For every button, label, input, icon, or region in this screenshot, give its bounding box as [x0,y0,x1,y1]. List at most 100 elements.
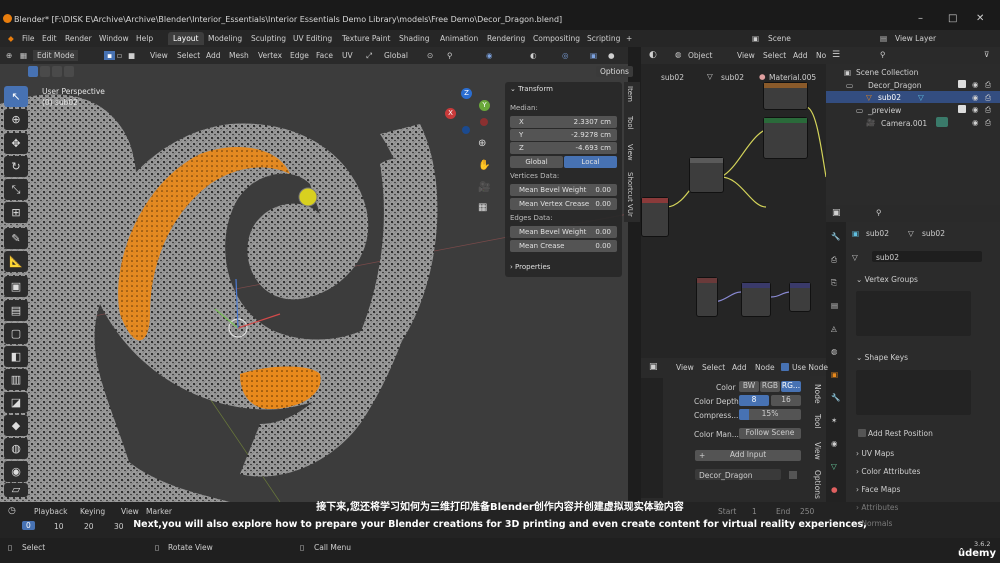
vertex-groups-panel[interactable]: ⌄ Vertex Groups [856,275,918,284]
xray-icon[interactable]: ▣ [590,51,597,60]
shear-tool-icon[interactable]: ▱ [4,483,28,497]
visibility-eye-icon[interactable]: ◉ [972,118,979,127]
depth-16-button[interactable]: 16 [771,395,801,406]
tab-view[interactable]: View [626,144,634,161]
modifier-tab-icon[interactable]: 🔧 [831,393,840,402]
world-tab-icon[interactable]: ◍ [831,347,838,356]
tab-shading[interactable]: Shading [399,34,429,43]
tab-item[interactable]: Item [626,86,634,102]
gizmo-neg-x[interactable] [480,118,488,126]
smooth-tool-icon[interactable]: ◉ [4,461,28,482]
proportional-edit-icon[interactable]: ◉ [486,51,493,60]
input-remove-icon[interactable] [789,471,797,479]
spin-tool-icon[interactable]: ◍ [4,438,28,459]
edge-select-icon[interactable]: ▫ [117,51,122,60]
outliner-type-icon[interactable]: ☰ [832,50,840,60]
face-maps-panel[interactable]: › Face Maps [856,485,900,494]
menu-help[interactable]: Help [136,34,153,43]
outliner-search-icon[interactable]: ⚲ [880,50,886,59]
image-texture-node[interactable] [763,82,808,110]
tab-compositing[interactable]: Compositing [533,34,580,43]
use-nodes-checkbox[interactable] [781,363,789,371]
tab-animation[interactable]: Animation [440,34,478,43]
zoom-icon[interactable]: ⊕ [478,138,486,149]
vertex-groups-list[interactable] [856,291,971,336]
depth-8-button[interactable]: 8 [739,395,769,406]
mapping-node[interactable] [741,282,771,317]
add-workspace-icon[interactable]: + [626,34,632,43]
render-camera-icon[interactable]: ⎙ [985,105,991,115]
tab-scripting[interactable]: Scripting [587,34,620,43]
maximize-button[interactable]: □ [948,13,957,24]
tab-node[interactable]: Node [813,384,822,404]
mesh-datablock-icon[interactable]: ▽ [852,253,858,262]
mix-node[interactable] [689,157,724,193]
gizmo-x-axis[interactable]: X [445,108,456,119]
mean-crease-field[interactable]: Mean Crease 0.00 [510,240,617,252]
uv-maps-panel[interactable]: › UV Maps [856,449,894,458]
tab-view[interactable]: View [813,442,822,460]
object-tab-icon[interactable]: ▣ [831,370,838,379]
menu-render[interactable]: Render [65,34,92,43]
menu-view[interactable]: View [150,51,168,60]
measure-tool-icon[interactable]: 📐 [4,251,28,272]
tab-layout[interactable]: Layout [168,32,204,45]
visibility-eye-icon[interactable]: ◉ [972,93,979,102]
tab-options[interactable]: Options [813,470,822,499]
menu-edit[interactable]: Edit [42,34,57,43]
particles-tab-icon[interactable]: ✶ [831,416,837,425]
render-tab-icon[interactable]: ⎙ [831,255,837,265]
shape-keys-panel[interactable]: ⌄ Shape Keys [856,353,908,362]
extrude-tool-icon[interactable]: ▤ [4,300,28,321]
render-camera-icon[interactable]: ⎙ [985,93,991,103]
add-cube-tool-icon[interactable]: ▣ [4,276,28,297]
color-bw-button[interactable]: BW [739,381,759,392]
data-tab-icon[interactable]: ▽ [831,462,837,471]
input-name-field[interactable]: Decor_Dragon [695,469,781,480]
tool-tab-icon[interactable]: 🔧 [831,232,840,241]
camera-view-icon[interactable]: 🎥 [478,182,490,193]
vertex-select-icon[interactable]: ▪ [104,51,116,60]
output-tab-icon[interactable]: ⎘ [831,278,837,288]
properties-search-icon[interactable]: ⚲ [876,208,882,217]
props-breadcrumb-object[interactable]: sub02 [866,229,889,238]
material-tab-icon[interactable]: ● [831,485,838,494]
select-extend-icon[interactable] [40,66,50,77]
visibility-eye-icon[interactable]: ◉ [972,80,979,89]
minimize-button[interactable]: – [918,13,923,24]
tab-uv-editing[interactable]: UV Editing [293,34,332,43]
compression-slider[interactable]: 15% [739,409,801,420]
view-layer-selector[interactable]: View Layer [895,34,936,43]
shape-keys-list[interactable] [856,370,971,415]
color-ramp-node[interactable] [641,197,669,237]
gizmo-y-axis[interactable]: Y [479,100,490,111]
color-management-dropdown[interactable]: Follow Scene [739,428,801,439]
mean-bevel-weight-vertex-field[interactable]: Mean Bevel Weight 0.00 [510,184,617,196]
menu-edge[interactable]: Edge [290,51,309,60]
shader-node-editor[interactable]: ◐ ◍ Object View Select Add No sub02 ▽ su… [641,47,826,358]
exclude-checkbox[interactable] [958,80,966,88]
color-attributes-panel[interactable]: › Color Attributes [856,467,920,476]
tab-modeling[interactable]: Modeling [208,34,242,43]
median-x-field[interactable]: X 2.3307 cm [510,116,617,128]
mean-bevel-weight-edge-field[interactable]: Mean Bevel Weight 0.00 [510,226,617,238]
loop-cut-tool-icon[interactable]: ▥ [4,369,28,390]
scene-tab-icon[interactable]: ◬ [831,324,837,333]
render-camera-icon[interactable]: ⎙ [985,118,991,128]
props-breadcrumb-mesh[interactable]: sub02 [922,229,945,238]
navigation-gizmo[interactable]: Z Y X [442,88,492,138]
overlay-icon[interactable]: ◎ [562,51,569,60]
scene-collection-label[interactable]: Scene Collection [856,68,918,77]
tab-sculpting[interactable]: Sculpting [251,34,286,43]
rotate-tool-icon[interactable]: ↻ [4,156,28,177]
properties-type-icon[interactable]: ▣ [832,208,841,218]
view-layer-tab-icon[interactable]: ▤ [831,301,838,310]
mode-selector[interactable]: Edit Mode [33,50,79,61]
mean-vertex-crease-field[interactable]: Mean Vertex Crease 0.00 [510,198,617,210]
menu-uv[interactable]: UV [342,51,353,60]
annotate-tool-icon[interactable]: ✎ [4,228,28,249]
color-rgba-button[interactable]: RG... [781,381,801,392]
median-y-field[interactable]: Y -2.9278 cm [510,129,617,141]
comp-menu-add[interactable]: Add [732,363,747,372]
comp-menu-select[interactable]: Select [702,363,725,372]
